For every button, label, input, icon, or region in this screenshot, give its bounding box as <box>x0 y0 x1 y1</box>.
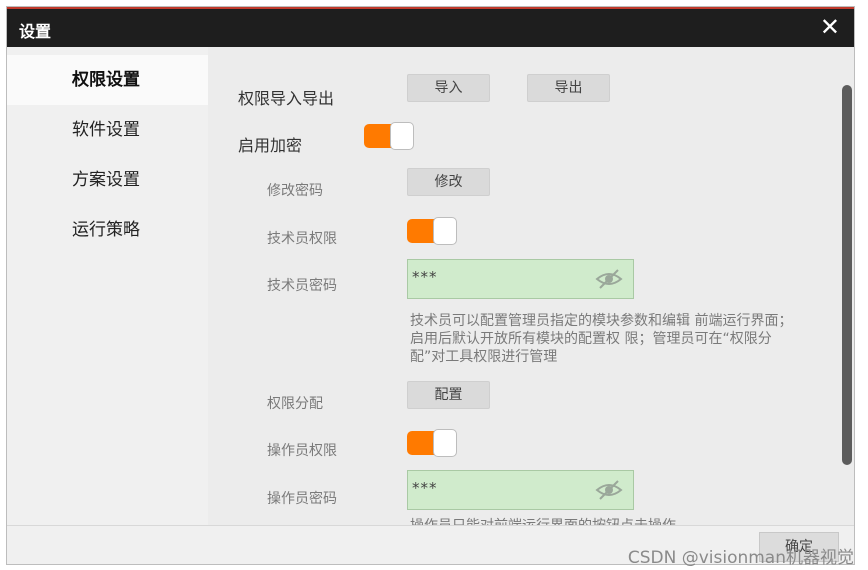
export-button[interactable]: 导出 <box>527 74 610 102</box>
import-button[interactable]: 导入 <box>407 74 490 102</box>
sidebar-item-label: 方案设置 <box>72 170 140 190</box>
sidebar-item-label: 运行策略 <box>72 220 140 240</box>
technician-note: 技术员可以配置管理员指定的模块参数和编辑 前端运行界面；启用后默认开放所有模块的… <box>410 313 793 365</box>
eye-slash-icon[interactable] <box>595 268 623 290</box>
permission-settings-panel: 权限导入导出 导入 导出 启用加密 修改密码 修改 技术员权限 技术员密码 **… <box>208 47 854 525</box>
settings-dialog: 设置 ✕ 权限设置 软件设置 方案设置 运行策略 权限导入导出 导入 导出 启用… <box>6 6 855 565</box>
title-bar: 设置 ✕ <box>7 7 854 47</box>
operator-permission-label: 操作员权限 <box>267 443 337 459</box>
import-export-label: 权限导入导出 <box>238 89 335 108</box>
technician-password-value: *** <box>412 268 438 286</box>
operator-password-value: *** <box>412 479 438 497</box>
watermark: CSDN @visionman机器视觉 <box>627 548 854 568</box>
dialog-title: 设置 <box>19 22 52 41</box>
sidebar: 权限设置 软件设置 方案设置 运行策略 <box>7 47 208 525</box>
vertical-scrollbar[interactable] <box>842 85 852 465</box>
operator-permission-toggle[interactable] <box>407 429 458 457</box>
close-icon[interactable]: ✕ <box>820 14 840 40</box>
sidebar-item-software-settings[interactable]: 软件设置 <box>7 105 208 155</box>
sidebar-item-run-strategy[interactable]: 运行策略 <box>7 205 208 255</box>
sidebar-item-permission-settings[interactable]: 权限设置 <box>7 55 208 105</box>
change-password-label: 修改密码 <box>267 183 323 199</box>
enable-encryption-toggle[interactable] <box>364 122 415 150</box>
technician-permission-toggle[interactable] <box>407 217 458 245</box>
operator-password-field[interactable]: *** <box>407 470 634 510</box>
permission-assign-label: 权限分配 <box>267 396 323 412</box>
technician-password-label: 技术员密码 <box>267 278 337 294</box>
configure-button[interactable]: 配置 <box>407 381 490 409</box>
technician-password-field[interactable]: *** <box>407 259 634 299</box>
sidebar-item-label: 软件设置 <box>72 120 140 140</box>
enable-encryption-label: 启用加密 <box>238 136 303 155</box>
eye-slash-icon[interactable] <box>595 479 623 501</box>
sidebar-item-label: 权限设置 <box>72 70 140 90</box>
operator-note: 操作员只能对前端运行界面的按钮点击操作 <box>410 517 800 525</box>
sidebar-item-solution-settings[interactable]: 方案设置 <box>7 155 208 205</box>
operator-password-label: 操作员密码 <box>267 491 337 507</box>
technician-permission-label: 技术员权限 <box>267 231 337 247</box>
change-password-button[interactable]: 修改 <box>407 168 490 196</box>
